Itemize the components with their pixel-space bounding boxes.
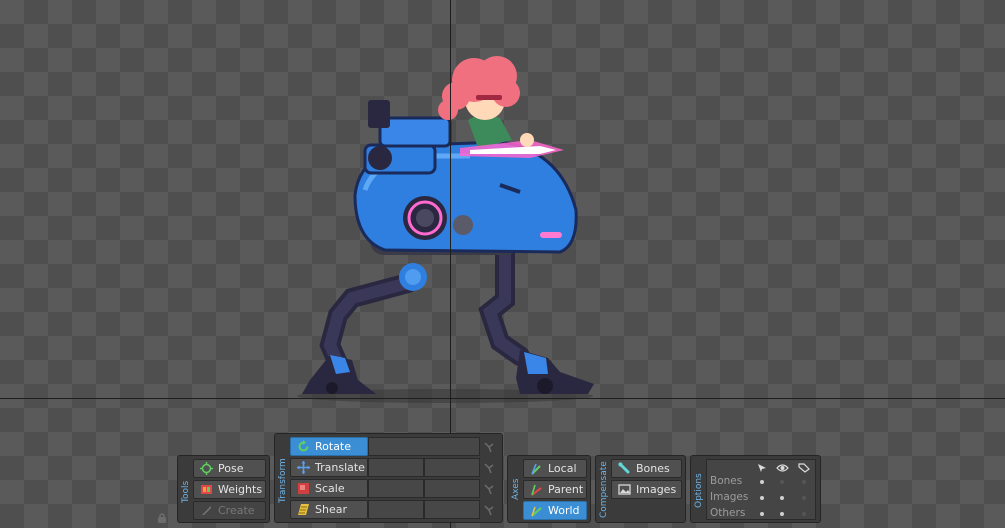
images-select-toggle[interactable]	[760, 496, 764, 500]
translate-x-field[interactable]	[368, 458, 424, 477]
translate-key-icon[interactable]	[483, 462, 495, 474]
pose-button[interactable]: Pose	[193, 459, 266, 478]
scale-label: Scale	[315, 482, 345, 495]
images-names-toggle[interactable]	[802, 496, 806, 500]
world-axes-label: World	[548, 504, 580, 517]
axes-panel: Axes Local Parent World	[507, 455, 591, 523]
bones-names-toggle[interactable]	[802, 480, 806, 484]
scale-icon	[298, 483, 309, 494]
shear-label: Shear	[315, 503, 347, 516]
transform-panel: Transform Rotate Translate Scale Shear	[274, 433, 503, 523]
character-robot-rider[interactable]	[297, 56, 594, 403]
transform-label: Transform	[278, 458, 288, 503]
scale-x-field[interactable]	[368, 479, 424, 498]
axis-horizontal-line	[0, 398, 1005, 399]
create-button[interactable]: Create	[193, 501, 266, 520]
tools-panel: Tools Pose Weights Create	[177, 455, 270, 523]
bones-visible-toggle[interactable]	[780, 480, 784, 484]
parent-axes-button[interactable]: Parent	[523, 480, 587, 499]
others-select-toggle[interactable]	[760, 512, 764, 516]
rotate-icon	[298, 440, 309, 452]
options-row-bones: Bones	[710, 475, 743, 487]
local-axes-icon	[531, 463, 541, 475]
world-axes-icon	[531, 506, 542, 517]
rotate-value-field[interactable]	[368, 437, 480, 456]
scale-key-icon[interactable]	[483, 483, 495, 495]
bones-icon	[618, 462, 630, 474]
others-names-toggle[interactable]	[802, 512, 806, 516]
compensate-bones-button[interactable]: Bones	[611, 459, 682, 478]
options-panel: Options Bones Images Others	[690, 455, 821, 523]
translate-button[interactable]: Translate	[290, 458, 368, 477]
shear-button[interactable]: Shear	[290, 500, 368, 519]
weights-label: Weights	[218, 483, 263, 496]
translate-y-field[interactable]	[424, 458, 480, 477]
shear-y-field[interactable]	[424, 500, 480, 519]
shear-x-field[interactable]	[368, 500, 424, 519]
options-label: Options	[694, 473, 704, 508]
tools-label: Tools	[181, 480, 191, 503]
images-visible-toggle[interactable]	[780, 496, 784, 500]
translate-icon	[297, 461, 310, 474]
translate-label: Translate	[315, 461, 365, 474]
compensate-panel: Compensate Bones Images	[595, 455, 686, 523]
options-row-others: Others	[710, 507, 746, 519]
scale-button[interactable]: Scale	[290, 479, 368, 498]
weights-button[interactable]: Weights	[193, 480, 266, 499]
rotate-label: Rotate	[315, 440, 352, 453]
options-row-images: Images	[710, 491, 749, 503]
world-axes-button[interactable]: World	[523, 501, 587, 520]
shear-key-icon[interactable]	[483, 504, 495, 516]
pose-icon	[200, 462, 213, 475]
scale-y-field[interactable]	[424, 479, 480, 498]
local-axes-label: Local	[548, 462, 577, 475]
parent-axes-icon	[531, 484, 542, 496]
cursor-icon	[758, 464, 766, 472]
parent-axes-label: Parent	[548, 483, 584, 496]
pose-label: Pose	[218, 462, 244, 475]
shear-icon	[298, 504, 309, 515]
compensate-images-button[interactable]: Images	[611, 480, 682, 499]
eye-icon	[776, 464, 789, 472]
compensate-images-label: Images	[636, 483, 677, 496]
local-axes-button[interactable]: Local	[523, 459, 587, 478]
create-bone-icon	[202, 506, 211, 515]
compensate-bones-label: Bones	[636, 462, 670, 475]
compensate-label: Compensate	[599, 461, 609, 518]
weights-icon	[201, 485, 212, 494]
lock-icon[interactable]	[156, 512, 168, 524]
tag-icon	[798, 463, 810, 473]
axes-label: Axes	[511, 478, 521, 500]
options-grid: Bones Images Others	[706, 459, 816, 520]
image-icon	[618, 484, 631, 495]
others-visible-toggle[interactable]	[780, 512, 784, 516]
rotate-key-icon[interactable]	[483, 441, 495, 453]
rotate-button[interactable]: Rotate	[290, 437, 368, 456]
create-label: Create	[218, 504, 255, 517]
bones-select-toggle[interactable]	[760, 480, 764, 484]
